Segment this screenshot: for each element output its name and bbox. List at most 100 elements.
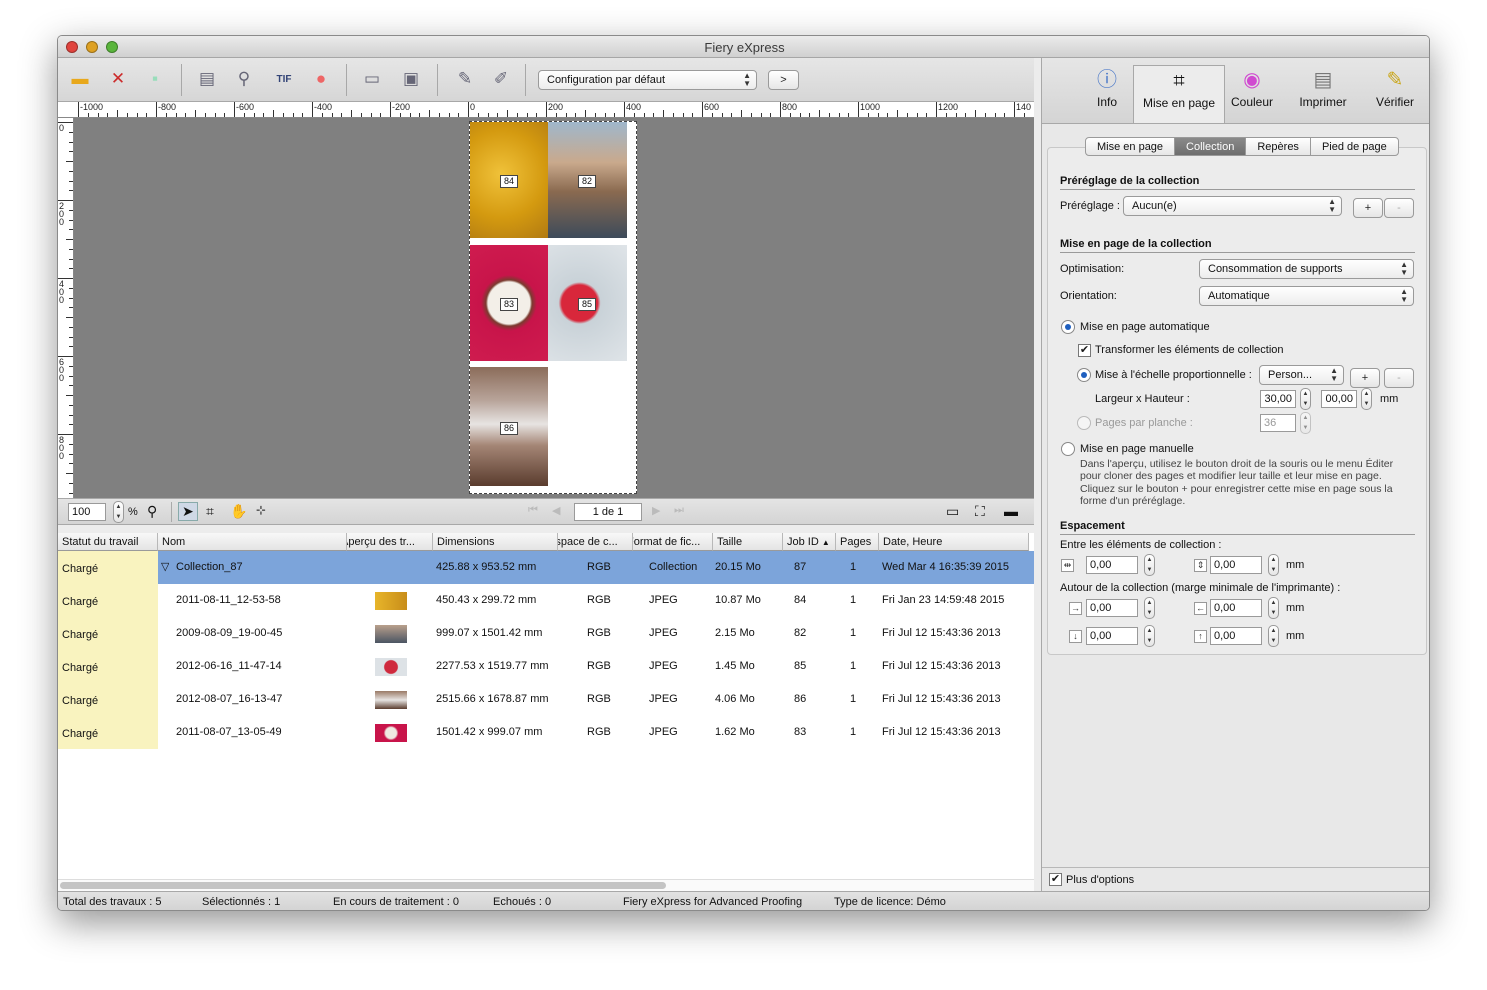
around-top-stepper[interactable]: ▲ ▼ <box>1268 625 1279 647</box>
pages-per-sheet-stepper[interactable]: ▲ ▼ <box>1300 412 1311 434</box>
page-indicator[interactable]: 1 de 1 <box>574 503 642 521</box>
around-right-stepper[interactable]: ▲ ▼ <box>1268 597 1279 619</box>
new-page-icon[interactable]: ▭ <box>359 67 385 91</box>
width-stepper[interactable]: ▲ ▼ <box>1300 388 1311 410</box>
preview-tile[interactable]: 83 <box>470 245 548 361</box>
col-header-pages[interactable]: Pages <box>836 533 879 551</box>
more-options-checkbox[interactable]: ✔ <box>1049 873 1062 886</box>
ruler-minor-tick <box>69 414 73 416</box>
col-header-dimensions[interactable]: Dimensions <box>433 533 558 551</box>
preview-tile[interactable]: 82 <box>548 122 627 238</box>
remove-scale-button[interactable]: - <box>1384 368 1414 388</box>
preview-magnifier-icon[interactable]: ⚲ <box>231 67 257 91</box>
cell-status: Chargé <box>62 662 99 674</box>
add-scale-button[interactable]: + <box>1350 368 1380 388</box>
around-left-input[interactable]: 0,00 <box>1086 599 1138 617</box>
measure-icon[interactable]: ⊹ <box>256 503 266 517</box>
between-vertical-input[interactable]: 0,00 <box>1210 556 1262 574</box>
table-row[interactable]: Chargé 2012-06-16_11-47-14 2277.53 x 1519.… <box>58 650 1034 683</box>
height-stepper[interactable]: ▲ ▼ <box>1361 388 1372 410</box>
fit-width-icon[interactable]: ▭ <box>946 503 959 520</box>
preset-select[interactable]: Aucun(e) ▲ ▼ <box>1123 196 1342 216</box>
next-page-icon[interactable]: ▶ <box>652 504 660 517</box>
fit-page-icon[interactable]: ⛶ <box>975 503 985 520</box>
col-header-format[interactable]: Format de fic... <box>633 533 713 551</box>
orientation-select[interactable]: Automatique ▲ ▼ <box>1199 286 1414 306</box>
tab-verify[interactable]: ✎ Vérifier <box>1349 65 1429 123</box>
col-header-size[interactable]: Taille <box>713 533 783 551</box>
print-icon[interactable]: ▤ <box>194 67 220 91</box>
around-bottom-stepper[interactable]: ▲ ▼ <box>1144 625 1155 647</box>
preview-tile[interactable]: 85 <box>548 245 627 361</box>
around-left-stepper[interactable]: ▲ ▼ <box>1144 597 1155 619</box>
last-page-icon[interactable]: ⏭ <box>674 504 684 517</box>
table-row[interactable]: Chargé 2012-08-07_16-13-47 2515.66 x 1678.… <box>58 683 1034 716</box>
ruler-minor-tick <box>69 268 73 270</box>
configuration-select[interactable]: Configuration par défaut ▲ ▼ <box>538 70 757 90</box>
horizontal-scrollbar[interactable] <box>58 879 1034 891</box>
col-header-job-id[interactable]: Job ID ▲ <box>783 533 836 551</box>
around-right-input[interactable]: 0,00 <box>1210 599 1262 617</box>
width-input[interactable]: 30,00 <box>1260 390 1296 408</box>
subtab-collection[interactable]: Collection <box>1175 138 1247 155</box>
image-icon[interactable]: ▣ <box>398 67 424 91</box>
ruler-minor-tick <box>633 113 635 117</box>
manual-layout-radio[interactable] <box>1061 442 1075 456</box>
open-folder-icon[interactable]: ▬ <box>67 67 93 91</box>
stop-icon[interactable]: ● <box>308 67 334 91</box>
between-horizontal-stepper[interactable]: ▲ ▼ <box>1144 554 1155 576</box>
go-button[interactable]: > <box>768 70 799 90</box>
between-horizontal-input[interactable]: 0,00 <box>1086 556 1138 574</box>
subtab-footer[interactable]: Pied de page <box>1311 138 1398 155</box>
zoom-magnifier-icon[interactable]: ⚲ <box>147 503 157 520</box>
save-icon[interactable]: ▪ <box>142 67 168 91</box>
pages-per-sheet-radio[interactable] <box>1077 416 1091 430</box>
prev-page-icon[interactable]: ◀ <box>552 504 560 517</box>
col-header-name[interactable]: Nom <box>158 533 347 551</box>
ruler-minor-tick <box>585 110 586 117</box>
full-view-icon[interactable]: ▬ <box>1004 503 1018 519</box>
ruler-minor-tick <box>282 113 284 117</box>
first-page-icon[interactable]: ⏮ <box>528 504 538 517</box>
table-row[interactable]: Chargé 2011-08-11_12-53-58 450.43 x 299.72… <box>58 584 1034 617</box>
export-tif-icon[interactable]: TIF <box>271 67 297 91</box>
pages-per-sheet-input[interactable]: 36 <box>1260 414 1296 432</box>
around-bottom-input[interactable]: 0,00 <box>1086 627 1138 645</box>
remove-preset-button[interactable]: - <box>1384 198 1414 218</box>
col-header-status[interactable]: Statut du travail <box>58 533 158 551</box>
crop-icon[interactable]: ⌗ <box>206 503 214 520</box>
col-header-date[interactable]: Date, Heure <box>879 533 1029 551</box>
table-row[interactable]: ▽ Chargé Collection_87 425.88 x 953.52 mm RG… <box>58 551 1034 584</box>
delete-icon[interactable]: ✕ <box>105 67 131 91</box>
add-preset-button[interactable]: + <box>1353 198 1383 218</box>
zoom-stepper[interactable]: ▲ ▼ <box>113 501 124 523</box>
ruler-minor-tick <box>331 113 333 117</box>
auto-layout-radio[interactable] <box>1061 320 1075 334</box>
edit-pencil-icon[interactable]: ✎ <box>452 67 478 91</box>
select-arrow-icon[interactable]: ➤ <box>178 502 198 521</box>
table-row[interactable]: Chargé 2011-08-07_13-05-49 1501.42 x 999.0… <box>58 716 1034 749</box>
disclosure-triangle-icon[interactable]: ▽ <box>161 560 169 573</box>
preview-tile[interactable]: 86 <box>470 367 548 486</box>
scale-preset-select[interactable]: Person... ▲ ▼ <box>1259 365 1344 385</box>
transform-checkbox[interactable]: ✔ <box>1078 344 1091 357</box>
between-vertical-stepper[interactable]: ▲ ▼ <box>1268 554 1279 576</box>
height-input[interactable]: 00,00 <box>1321 390 1357 408</box>
subtab-layout[interactable]: Mise en page <box>1086 138 1176 155</box>
proportional-scale-radio[interactable] <box>1077 368 1091 382</box>
col-header-color-space[interactable]: Espace de c... <box>558 533 633 551</box>
col-header-preview[interactable]: Aperçu des tr... <box>347 533 433 551</box>
preview-tile[interactable]: 84 <box>470 122 548 238</box>
hand-icon[interactable]: ✋ <box>230 503 247 520</box>
zoom-unit: % <box>128 506 138 518</box>
around-top-input[interactable]: 0,00 <box>1210 627 1262 645</box>
ruler-minor-tick <box>69 209 73 211</box>
zoom-input[interactable]: 100 <box>68 503 106 521</box>
subtab-marks[interactable]: Repères <box>1246 138 1311 155</box>
preview-canvas[interactable]: 84 82 83 85 86 <box>74 118 1034 498</box>
zoom-bar: 100 ▲ ▼ % ⚲ ➤ ⌗ ✋ ⊹ ⏮ ◀ 1 de 1 ▶ ⏭ ▭ ⛶ ▬ <box>58 498 1034 525</box>
ruler-label: -800 <box>158 102 177 112</box>
table-row[interactable]: Chargé 2009-08-09_19-00-45 999.07 x 1501.4… <box>58 617 1034 650</box>
edit-tools-icon[interactable]: ✐ <box>488 67 514 91</box>
optimization-select[interactable]: Consommation de supports ▲ ▼ <box>1199 259 1414 279</box>
